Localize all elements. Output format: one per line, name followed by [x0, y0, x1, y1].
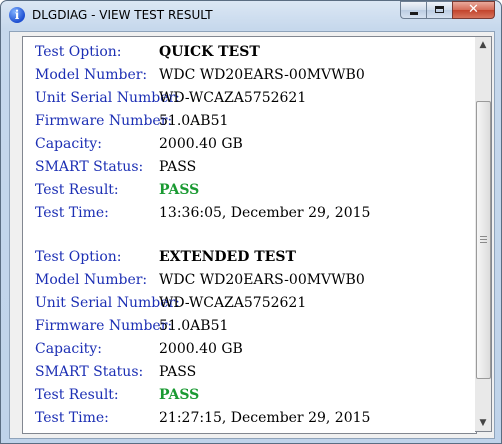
minimize-button[interactable] [400, 1, 426, 19]
test-time-label: Test Time: [35, 205, 109, 221]
serial-number-row: Unit Serial Number: WD-WCAZA5752621 [35, 90, 465, 113]
serial-number-row: Unit Serial Number: WD-WCAZA5752621 [35, 295, 465, 318]
caption-buttons: ✕ [400, 1, 495, 20]
test-result-row: Test Result: PASS [35, 387, 465, 410]
result-block-quick: Test Option: QUICK TEST Model Number: WD… [35, 44, 465, 228]
test-option-label: Test Option: [35, 249, 122, 265]
vertical-scrollbar[interactable]: ▲ ▼ [475, 36, 492, 432]
smart-status-value: PASS [159, 364, 197, 380]
test-time-label: Test Time: [35, 410, 109, 426]
close-button[interactable]: ✕ [452, 1, 495, 19]
maximize-icon [435, 6, 444, 13]
capacity-row: Capacity: 2000.40 GB [35, 136, 465, 159]
maximize-button[interactable] [426, 1, 452, 19]
model-number-value: WDC WD20EARS-00MVWB0 [159, 67, 365, 83]
firmware-number-row: Firmware Number: 51.0AB51 [35, 113, 465, 136]
close-icon: ✕ [468, 2, 479, 17]
serial-number-value: WD-WCAZA5752621 [159, 90, 307, 106]
scroll-up-arrow-icon[interactable]: ▲ [475, 37, 491, 53]
smart-status-row: SMART Status: PASS [35, 159, 465, 182]
test-result-value: PASS [159, 387, 200, 403]
test-option-row: Test Option: EXTENDED TEST [35, 249, 465, 272]
title-bar[interactable]: i DLGDIAG - VIEW TEST RESULT ✕ [1, 1, 501, 31]
results-text-area[interactable]: Test Option: QUICK TEST Model Number: WD… [22, 36, 477, 434]
capacity-label: Capacity: [35, 136, 102, 152]
test-option-label: Test Option: [35, 44, 122, 60]
firmware-number-value: 51.0AB51 [159, 113, 229, 129]
model-number-label: Model Number: [35, 272, 148, 288]
test-option-value: EXTENDED TEST [159, 249, 296, 265]
test-result-label: Test Result: [35, 182, 119, 198]
info-icon[interactable]: i [9, 7, 25, 23]
test-result-label: Test Result: [35, 387, 119, 403]
firmware-number-row: Firmware Number: 51.0AB51 [35, 318, 465, 341]
serial-number-value: WD-WCAZA5752621 [159, 295, 307, 311]
smart-status-label: SMART Status: [35, 159, 144, 175]
window-title: DLGDIAG - VIEW TEST RESULT [32, 8, 213, 22]
smart-status-value: PASS [159, 159, 197, 175]
smart-status-row: SMART Status: PASS [35, 364, 465, 387]
capacity-row: Capacity: 2000.40 GB [35, 341, 465, 364]
test-option-row: Test Option: QUICK TEST [35, 44, 465, 67]
test-option-value: QUICK TEST [159, 44, 260, 60]
dialog-client-area: Test Option: QUICK TEST Model Number: WD… [9, 31, 495, 439]
capacity-label: Capacity: [35, 341, 102, 357]
model-number-value: WDC WD20EARS-00MVWB0 [159, 272, 365, 288]
capacity-value: 2000.40 GB [159, 341, 243, 357]
test-time-value: 21:27:15, December 29, 2015 [159, 410, 371, 426]
test-result-value: PASS [159, 182, 200, 198]
firmware-number-label: Firmware Number: [35, 318, 173, 334]
firmware-number-label: Firmware Number: [35, 113, 173, 129]
test-result-row: Test Result: PASS [35, 182, 465, 205]
model-number-row: Model Number: WDC WD20EARS-00MVWB0 [35, 272, 465, 295]
scroll-down-arrow-icon[interactable]: ▼ [475, 415, 491, 431]
firmware-number-value: 51.0AB51 [159, 318, 229, 334]
minimize-icon [410, 12, 418, 15]
test-time-value: 13:36:05, December 29, 2015 [159, 205, 371, 221]
dialog-window: i DLGDIAG - VIEW TEST RESULT ✕ Test Opti… [0, 0, 502, 444]
test-time-row: Test Time: 13:36:05, December 29, 2015 [35, 205, 465, 228]
smart-status-label: SMART Status: [35, 364, 144, 380]
model-number-row: Model Number: WDC WD20EARS-00MVWB0 [35, 67, 465, 90]
model-number-label: Model Number: [35, 67, 148, 83]
result-block-extended: Test Option: EXTENDED TEST Model Number:… [35, 249, 465, 433]
test-time-row: Test Time: 21:27:15, December 29, 2015 [35, 410, 465, 433]
scrollbar-thumb[interactable] [476, 101, 491, 379]
capacity-value: 2000.40 GB [159, 136, 243, 152]
scrollbar-grip [480, 236, 487, 244]
